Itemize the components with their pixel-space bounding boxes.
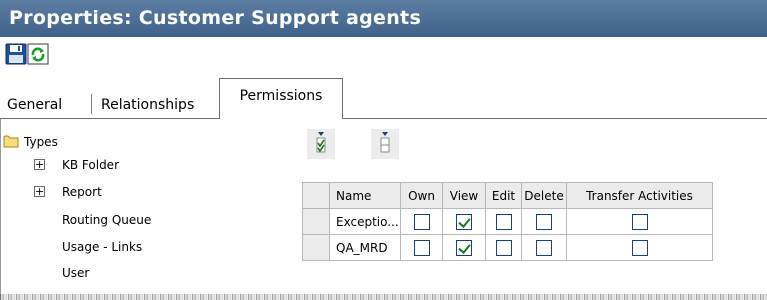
tree-root-label: Types [24,135,58,149]
cell-delete [521,208,567,235]
cell-own [400,234,443,261]
cell-edit [485,208,522,235]
cell-name[interactable]: Exceptio... [329,208,401,235]
col-edit[interactable]: Edit [485,182,522,209]
edit-checkbox[interactable] [495,213,512,230]
save-icon[interactable] [5,43,27,65]
cell-delete [521,234,567,261]
col-own[interactable]: Own [400,182,443,209]
cell-edit [485,234,522,261]
view-checkbox[interactable] [456,239,472,256]
tree-item-kb-folder[interactable]: KB Folder [62,156,119,174]
tree-item-usage-links[interactable]: Usage - Links [62,238,142,256]
cell-transfer [566,208,713,235]
bottom-edge-artifact [0,294,767,300]
tab-general[interactable]: General [7,93,62,117]
cell-own [400,208,443,235]
row-header[interactable] [302,208,330,235]
tree-item-report[interactable]: Report [62,183,102,201]
tree-item-user[interactable]: User [62,264,89,282]
check-all-icon [316,132,326,153]
col-transfer-activities[interactable]: Transfer Activities [566,182,713,209]
edit-checkbox[interactable] [495,239,512,256]
toolbar [0,37,767,73]
row-header-corner [302,182,330,209]
tree-item-routing-queue[interactable]: Routing Queue [62,211,151,229]
col-view[interactable]: View [442,182,486,209]
own-checkbox[interactable] [413,213,430,230]
window-title: Properties: Customer Support agents [0,0,767,37]
delete-checkbox[interactable] [536,239,552,256]
permissions-table: Name Own View Edit Delete Transfer Activ… [302,182,713,261]
cell-view [442,208,486,235]
transfer-checkbox[interactable] [631,213,648,230]
tree-root[interactable]: Types [3,133,58,151]
expand-kb-folder-icon[interactable]: + [34,159,45,170]
expand-report-icon[interactable]: + [34,186,45,197]
permissions-panel: Types + KB Folder + Report Routing Queue… [0,119,767,300]
table-row[interactable]: Exceptio... [302,208,713,235]
own-checkbox[interactable] [413,239,430,256]
row-header[interactable] [302,234,330,261]
tab-separator [91,94,92,114]
cell-name[interactable]: QA_MRD [329,234,401,261]
uncheck-all-button[interactable] [371,129,399,159]
transfer-checkbox[interactable] [631,239,648,256]
table-row[interactable]: QA_MRD [302,234,713,261]
refresh-icon[interactable] [27,43,49,65]
view-checkbox[interactable] [456,213,472,230]
folder-icon [3,135,19,148]
uncheck-all-icon [380,132,390,153]
delete-checkbox[interactable] [536,213,552,230]
cell-view [442,234,486,261]
col-name[interactable]: Name [329,182,401,209]
tab-permissions[interactable]: Permissions [219,78,343,119]
cell-transfer [566,234,713,261]
tab-strip: General Relationships Permissions [0,78,767,119]
check-all-button[interactable] [307,129,335,159]
tab-relationships[interactable]: Relationships [101,93,194,117]
col-delete[interactable]: Delete [521,182,567,209]
table-header-row: Name Own View Edit Delete Transfer Activ… [302,182,713,209]
